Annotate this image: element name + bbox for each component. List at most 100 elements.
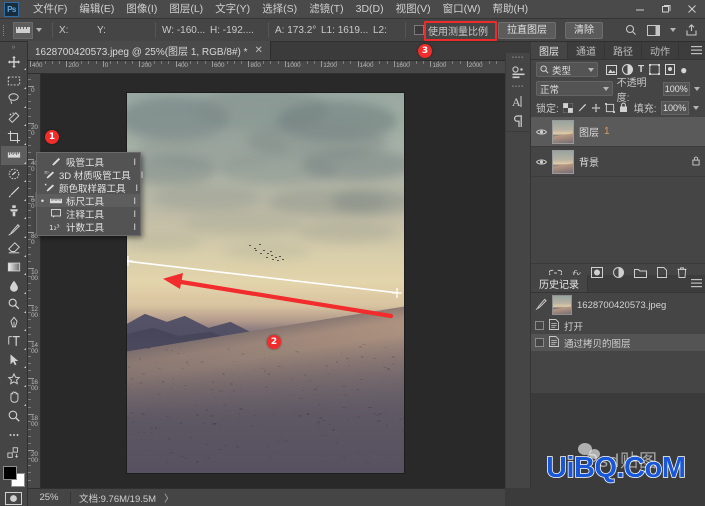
zoom-tool[interactable] — [1, 407, 27, 426]
lock-transparent-pixels-icon[interactable] — [562, 102, 573, 113]
table-row[interactable]: 图层 1 — [531, 117, 705, 147]
tab-channels[interactable]: 通道 — [568, 42, 605, 59]
restore-button[interactable] — [653, 0, 679, 19]
swap-colors-button[interactable] — [1, 444, 27, 463]
panel-menu-icon[interactable] — [687, 42, 705, 59]
canvas-area[interactable] — [41, 74, 505, 488]
pen-tool[interactable] — [1, 314, 27, 333]
foreground-color-swatch[interactable] — [2, 465, 17, 480]
status-expand-arrow[interactable]: 〉 — [164, 491, 174, 505]
type-tool[interactable] — [1, 332, 27, 351]
field-l1[interactable]: L1: 1619... — [321, 25, 373, 36]
color-swatches[interactable] — [2, 465, 26, 488]
menu-layer[interactable]: 图层(L) — [163, 0, 209, 19]
tab-paths[interactable]: 路径 — [605, 42, 642, 59]
table-row[interactable]: 背景 — [531, 147, 705, 177]
menu-file[interactable]: 文件(F) — [27, 0, 73, 19]
spot-healing-tool[interactable] — [1, 165, 27, 184]
smart-object-filter-icon[interactable] — [665, 64, 676, 75]
lock-image-pixels-icon[interactable] — [577, 103, 587, 113]
horizontal-ruler[interactable]: 400 200 0 200 400 600 800 1000 1200 1400 1600 1800 2… — [28, 61, 505, 74]
new-layer-icon[interactable] — [656, 267, 667, 281]
move-tool[interactable] — [1, 53, 27, 72]
shape-tool[interactable] — [1, 369, 27, 388]
tab-history[interactable]: 历史记录 — [531, 275, 588, 292]
menu-filter[interactable]: 滤镜(T) — [303, 0, 349, 19]
use-measurement-scale-checkbox[interactable]: 使用测量比例 — [414, 23, 488, 38]
opacity-value[interactable]: 100% — [662, 81, 690, 96]
clone-stamp-tool[interactable] — [1, 202, 27, 221]
ruler-tool[interactable] — [0, 145, 27, 165]
history-brush-source-checkbox[interactable] — [535, 321, 544, 330]
document-image[interactable] — [127, 93, 404, 473]
delete-icon[interactable] — [677, 267, 687, 281]
workspace-icon[interactable] — [647, 24, 660, 36]
character-panel-icon[interactable]: A — [506, 91, 531, 111]
quick-selection-tool[interactable] — [1, 109, 27, 128]
blur-tool[interactable] — [1, 276, 27, 295]
menu-window[interactable]: 窗口(W) — [437, 0, 487, 19]
layer-visibility-toggle[interactable] — [536, 128, 547, 136]
lock-artboard-nesting-icon[interactable] — [604, 102, 615, 113]
tool-preset-picker[interactable] — [13, 21, 42, 39]
field-h[interactable]: H: -192.... — [210, 25, 262, 36]
tab-layers[interactable]: 图层 — [531, 42, 568, 59]
fill-value[interactable]: 100% — [660, 100, 689, 115]
menu-image[interactable]: 图像(I) — [120, 0, 163, 19]
menu-view[interactable]: 视图(V) — [390, 0, 437, 19]
tools-panel-grip[interactable]: » — [0, 42, 28, 53]
crop-tool[interactable] — [1, 127, 27, 146]
flyout-item-note[interactable]: 注释工具 I — [37, 207, 140, 221]
quick-mask-button[interactable] — [5, 492, 23, 506]
lock-position-icon[interactable] — [591, 103, 601, 113]
flyout-item-color-sampler[interactable]: 颜色取样器工具 I — [37, 181, 140, 195]
blend-mode-select[interactable]: 正常 — [536, 81, 613, 96]
field-w[interactable]: W: -160... — [162, 25, 210, 36]
clear-button[interactable]: 清除 — [565, 21, 603, 39]
path-selection-tool[interactable] — [1, 351, 27, 370]
chevron-down-icon[interactable] — [694, 86, 700, 91]
history-brush-tool[interactable] — [1, 220, 27, 239]
options-bar-grip[interactable] — [0, 19, 7, 42]
edit-toolbar-button[interactable] — [1, 425, 27, 444]
chevron-down-icon[interactable] — [692, 105, 699, 110]
straighten-layer-button[interactable]: 拉直图层 — [498, 21, 556, 39]
menu-select[interactable]: 选择(S) — [256, 0, 303, 19]
mask-icon[interactable] — [590, 267, 603, 281]
flyout-item-ruler[interactable]: • 标尺工具 I — [37, 194, 140, 208]
field-y[interactable]: Y: — [97, 25, 149, 36]
panel-menu-icon[interactable] — [687, 275, 705, 292]
gradient-tool[interactable] — [1, 258, 27, 277]
history-brush-source-checkbox[interactable] — [535, 338, 544, 347]
zoom-level[interactable]: 25% — [28, 492, 70, 503]
adjustments-panel-icon[interactable] — [506, 62, 531, 82]
dodge-tool[interactable] — [1, 295, 27, 314]
menu-type[interactable]: 文字(Y) — [209, 0, 256, 19]
pixel-layer-filter-icon[interactable] — [606, 64, 617, 75]
menu-edit[interactable]: 编辑(E) — [73, 0, 120, 19]
search-icon[interactable] — [625, 24, 637, 36]
hand-tool[interactable] — [1, 388, 27, 407]
brush-tool[interactable] — [1, 183, 27, 202]
filter-toggle-icon[interactable]: ● — [680, 63, 687, 77]
close-button[interactable] — [679, 0, 705, 19]
menu-help[interactable]: 帮助(H) — [487, 0, 535, 19]
list-item[interactable]: 通过拷贝的图层 — [531, 334, 705, 351]
minimize-button[interactable] — [627, 0, 653, 19]
dock-grip-2[interactable]: ▪▪▪▪ — [506, 82, 531, 91]
menu-3d[interactable]: 3D(D) — [350, 0, 390, 19]
close-icon[interactable]: ✕ — [255, 45, 263, 56]
list-item[interactable]: 打开 — [531, 317, 705, 334]
history-snapshot-row[interactable]: 1628700420573.jpeg — [531, 293, 705, 317]
flyout-item-eyedropper[interactable]: 吸管工具 I — [37, 155, 140, 169]
flyout-item-count[interactable]: 1₂³ 计数工具 I — [37, 220, 140, 234]
adjustment-icon[interactable] — [612, 267, 624, 281]
document-tab[interactable]: 1628700420573.jpeg @ 25%(图层 1, RGB/8#) *… — [28, 41, 271, 60]
chevron-down-icon[interactable] — [670, 28, 676, 32]
field-l2[interactable]: L2: — [373, 25, 399, 36]
marquee-tool[interactable] — [1, 71, 27, 90]
paragraph-panel-icon[interactable] — [506, 111, 531, 131]
share-icon[interactable] — [686, 24, 697, 36]
flyout-item-3d-material-eyedropper[interactable]: 3D 3D 材质吸管工具 I — [37, 168, 143, 182]
group-icon[interactable] — [633, 268, 647, 281]
